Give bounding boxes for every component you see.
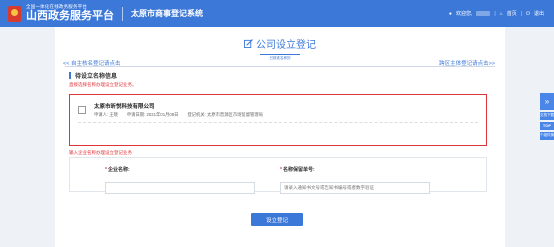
- top-header-bar: 全国一体化在线政务服务平台 山西政务服务平台 太原市商事登记系统 ● 欢迎您, …: [0, 0, 554, 27]
- required-star: *: [280, 167, 282, 173]
- candidate-separator: [78, 122, 478, 123]
- candidate-list: 太原市昕悦科技有限公司 申请人: 王晓 申请日期: 2021年01月08日 登记…: [69, 94, 487, 146]
- logout-link[interactable]: 退出: [534, 10, 544, 17]
- section-title: 待设立名称信息: [69, 71, 117, 80]
- select-hint: 直接选择名称办理设立登记业务。: [69, 82, 137, 87]
- platform-brand[interactable]: 全国一体化在线政务服务平台 山西政务服务平台: [8, 5, 114, 22]
- header-divider-line: [65, 66, 495, 67]
- national-emblem-icon: [8, 5, 21, 22]
- edit-icon: [244, 39, 253, 48]
- page-subtitle: 已核准名称的: [260, 54, 300, 61]
- main-panel: 公司设立登记 已核准名称的 << 自主核名登记请点击 跨区主体登记请点击>> 待…: [55, 27, 505, 247]
- side-tab-download[interactable]: 文档下载: [540, 112, 554, 120]
- reserve-number-label: 名称保留单号:: [282, 167, 315, 173]
- page-title: 公司设立登记: [244, 36, 316, 51]
- candidate-authority: 登记机关: 太原市晋源区市场监督管理局: [187, 112, 263, 117]
- input-hint: 输入企业名称办理设立登记业务: [69, 150, 132, 155]
- candidate-row[interactable]: 太原市昕悦科技有限公司 申请人: 王晓 申请日期: 2021年01月08日 登记…: [78, 101, 478, 119]
- user-nav: ● 欢迎您, | ⌂ 首页 | ⏻ 退出: [448, 10, 544, 18]
- side-tab-component[interactable]: 个组件换: [540, 132, 554, 141]
- page-title-text: 公司设立登记: [256, 40, 316, 51]
- section-title-text: 待设立名称信息: [75, 74, 118, 80]
- candidate-name: 太原市昕悦科技有限公司: [94, 104, 155, 110]
- welcome-text: 欢迎您,: [455, 11, 473, 17]
- candidate-applicant: 申请人: 王晓: [94, 112, 118, 117]
- submit-registration-button[interactable]: 设立登记: [251, 213, 303, 226]
- user-icon: ●: [448, 10, 452, 17]
- name-input-form: *企业名称: *名称保留单号:: [69, 157, 487, 194]
- candidate-checkbox[interactable]: [78, 106, 86, 114]
- platform-title: 山西政务服务平台: [26, 9, 114, 22]
- system-title: 太原市商事登记系统: [131, 9, 203, 18]
- header-divider: [122, 6, 123, 21]
- username-redacted: [476, 11, 491, 16]
- side-toolbar: » 文档下载 TOP 个组件换: [540, 93, 554, 142]
- company-name-label: 企业名称:: [107, 167, 130, 173]
- home-link[interactable]: 首页: [507, 10, 517, 17]
- side-tab-top[interactable]: TOP: [540, 121, 554, 131]
- home-icon[interactable]: ⌂: [500, 11, 503, 17]
- company-name-input[interactable]: [105, 181, 255, 194]
- required-star: *: [105, 167, 107, 173]
- double-chevron-right-icon[interactable]: »: [540, 93, 554, 110]
- reserve-number-input[interactable]: [280, 181, 430, 194]
- power-icon[interactable]: ⏻: [526, 11, 530, 17]
- section-marker: [69, 72, 71, 79]
- candidate-apply-date: 申请日期: 2021年01月08日: [126, 112, 179, 117]
